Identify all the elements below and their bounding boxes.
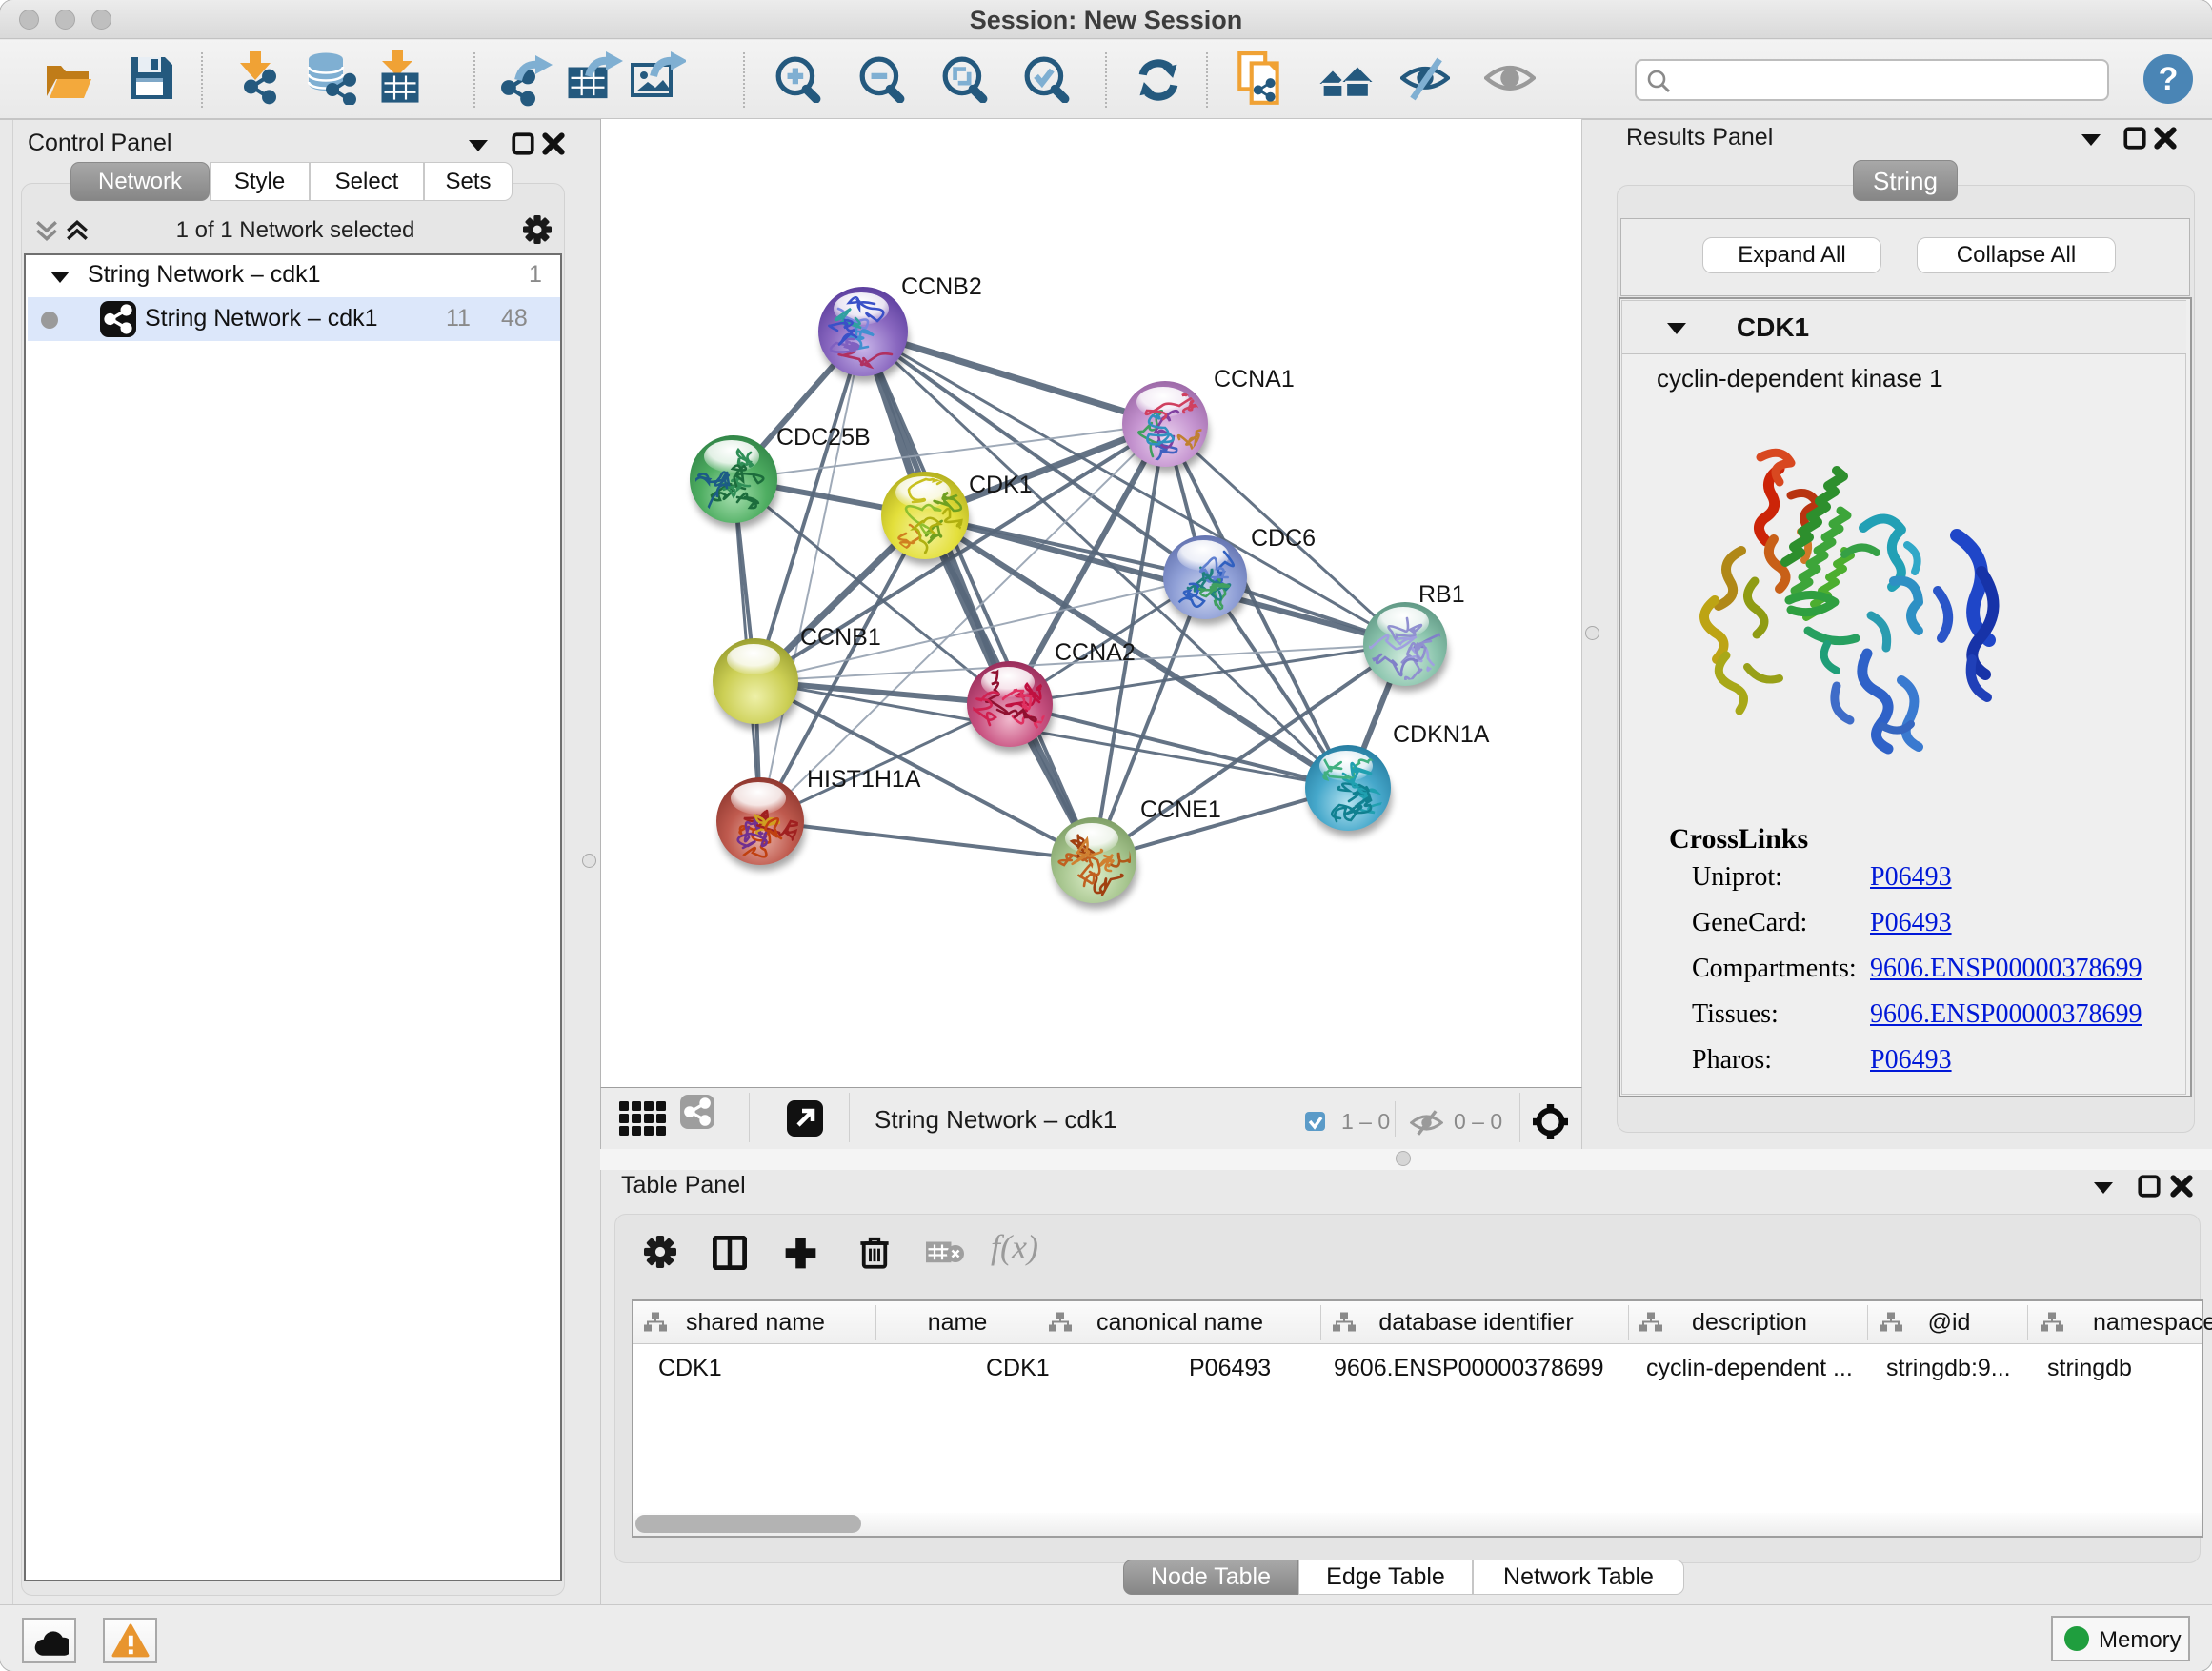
svg-text:RB1: RB1 — [1418, 581, 1465, 608]
svg-text:CDK1: CDK1 — [969, 472, 1033, 498]
svg-text:CDC6: CDC6 — [1251, 525, 1316, 552]
svg-text:?: ? — [2159, 61, 2179, 97]
svg-text:CDKN1A: CDKN1A — [1393, 721, 1490, 748]
svg-text:CCNA1: CCNA1 — [1214, 366, 1295, 393]
svg-text:HIST1H1A: HIST1H1A — [807, 766, 921, 793]
svg-text:CCNB1: CCNB1 — [800, 624, 881, 651]
svg-text:CDC25B: CDC25B — [776, 424, 871, 451]
svg-text:CCNE1: CCNE1 — [1140, 796, 1221, 823]
svg-text:CCNB2: CCNB2 — [901, 273, 982, 300]
svg-text:CCNA2: CCNA2 — [1055, 639, 1136, 666]
